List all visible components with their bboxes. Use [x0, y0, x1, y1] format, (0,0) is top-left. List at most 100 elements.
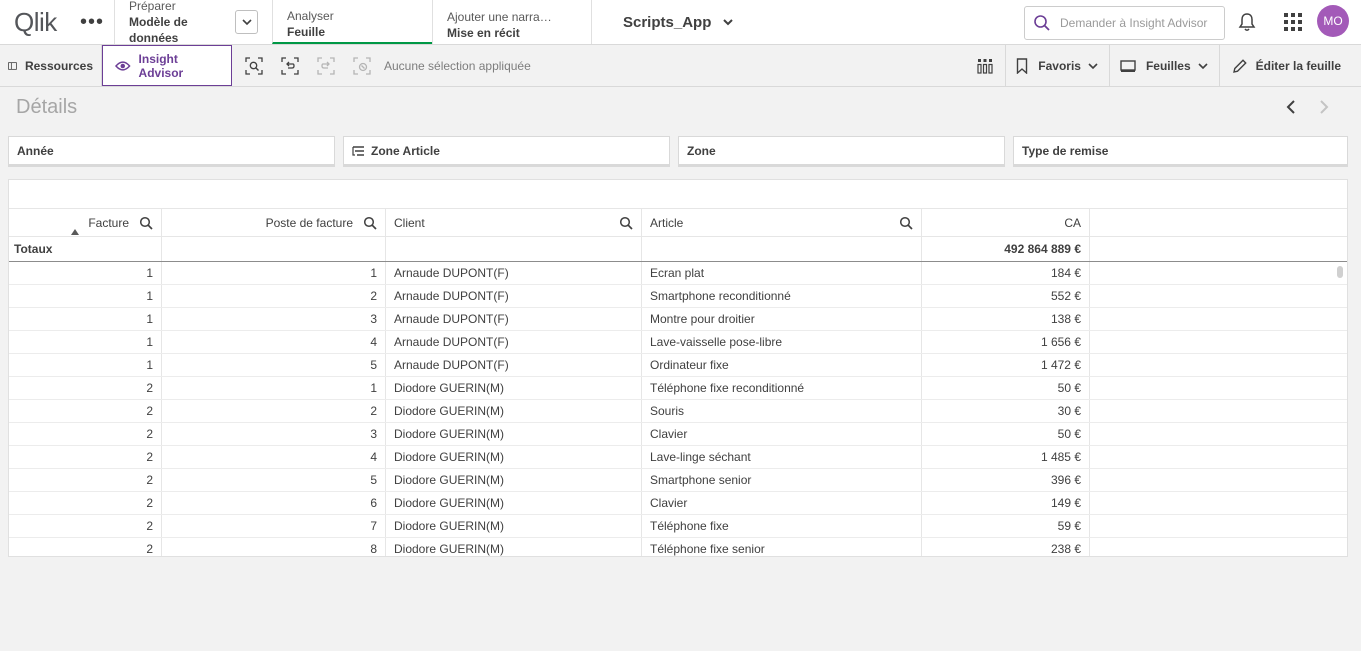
cell-client[interactable]: Diodore GUERIN(M)	[386, 377, 642, 399]
apps-grid-icon[interactable]	[1283, 12, 1303, 35]
sheets-dropdown[interactable]: Feuilles	[1110, 45, 1220, 87]
edit-sheet-button[interactable]: Éditer la feuille	[1220, 45, 1361, 87]
column-header-facture[interactable]: Facture	[9, 209, 162, 236]
search-icon[interactable]	[139, 216, 153, 230]
cell-facture[interactable]: 2	[9, 492, 162, 514]
cell-article[interactable]: Lave-vaisselle pose-libre	[642, 331, 922, 353]
cell-client[interactable]: Diodore GUERIN(M)	[386, 446, 642, 468]
cell-poste[interactable]: 1	[162, 262, 386, 284]
cell-facture[interactable]: 1	[9, 285, 162, 307]
table-row[interactable]: 1 5 Arnaude DUPONT(F) Ordinateur fixe 1 …	[9, 354, 1347, 377]
cell-client[interactable]: Diodore GUERIN(M)	[386, 538, 642, 556]
qlik-logo[interactable]: Qlik	[0, 0, 70, 44]
cell-article[interactable]: Smartphone reconditionné	[642, 285, 922, 307]
cell-facture[interactable]: 1	[9, 331, 162, 353]
nav-tab-analyze[interactable]: Analyser Feuille	[272, 0, 432, 44]
cell-article[interactable]: Souris	[642, 400, 922, 422]
cell-article[interactable]: Ecran plat	[642, 262, 922, 284]
cell-article[interactable]: Lave-linge séchant	[642, 446, 922, 468]
search-icon[interactable]	[899, 216, 913, 230]
insight-advisor-search[interactable]	[1024, 6, 1225, 40]
cell-poste[interactable]: 1	[162, 377, 386, 399]
filter-pane-zone-article[interactable]: Zone Article	[343, 136, 670, 167]
filter-pane-zone[interactable]: Zone	[678, 136, 1005, 167]
previous-sheet-icon[interactable]	[1283, 99, 1299, 118]
table-row[interactable]: 2 3 Diodore GUERIN(M) Clavier 50 €	[9, 423, 1347, 446]
table-row[interactable]: 2 2 Diodore GUERIN(M) Souris 30 €	[9, 400, 1347, 423]
table-row[interactable]: 2 6 Diodore GUERIN(M) Clavier 149 €	[9, 492, 1347, 515]
cell-facture[interactable]: 2	[9, 423, 162, 445]
cell-client[interactable]: Diodore GUERIN(M)	[386, 423, 642, 445]
cell-article[interactable]: Ordinateur fixe	[642, 354, 922, 376]
cell-poste[interactable]: 5	[162, 469, 386, 491]
cell-facture[interactable]: 1	[9, 308, 162, 330]
table-scrollbar[interactable]	[1337, 266, 1343, 278]
cell-facture[interactable]: 1	[9, 354, 162, 376]
cell-poste[interactable]: 4	[162, 331, 386, 353]
table-row[interactable]: 1 3 Arnaude DUPONT(F) Montre pour droiti…	[9, 308, 1347, 331]
cell-client[interactable]: Arnaude DUPONT(F)	[386, 354, 642, 376]
insight-advisor-button[interactable]: Insight Advisor	[102, 45, 232, 86]
table-row[interactable]: 2 7 Diodore GUERIN(M) Téléphone fixe 59 …	[9, 515, 1347, 538]
nav-tab-prepare[interactable]: Préparer Modèle de données	[114, 0, 272, 45]
filter-pane-annee[interactable]: Année	[8, 136, 335, 167]
table-row[interactable]: 2 4 Diodore GUERIN(M) Lave-linge séchant…	[9, 446, 1347, 469]
filter-pane-type-remise[interactable]: Type de remise	[1013, 136, 1348, 167]
cell-facture[interactable]: 2	[9, 400, 162, 422]
column-header-ca[interactable]: CA	[922, 209, 1090, 236]
resources-button[interactable]: Ressources	[0, 45, 102, 86]
cell-client[interactable]: Arnaude DUPONT(F)	[386, 308, 642, 330]
cell-article[interactable]: Smartphone senior	[642, 469, 922, 491]
column-header-article[interactable]: Article	[642, 209, 922, 236]
cell-article[interactable]: Téléphone fixe senior	[642, 538, 922, 556]
cell-article[interactable]: Clavier	[642, 423, 922, 445]
table-row[interactable]: 2 1 Diodore GUERIN(M) Téléphone fixe rec…	[9, 377, 1347, 400]
cell-facture[interactable]: 1	[9, 262, 162, 284]
cell-poste[interactable]: 3	[162, 423, 386, 445]
notifications-bell-icon[interactable]	[1238, 12, 1256, 35]
user-avatar[interactable]: MO	[1317, 5, 1349, 37]
cell-client[interactable]: Arnaude DUPONT(F)	[386, 285, 642, 307]
step-back-selection-icon[interactable]	[272, 45, 308, 86]
nav-tab-narrate[interactable]: Ajouter une narra… Mise en récit	[432, 0, 592, 44]
cell-poste[interactable]: 5	[162, 354, 386, 376]
cell-poste[interactable]: 3	[162, 308, 386, 330]
sheet-grid-icon[interactable]	[964, 45, 1007, 87]
insight-advisor-search-input[interactable]	[1060, 16, 1220, 30]
cell-client[interactable]: Diodore GUERIN(M)	[386, 469, 642, 491]
cell-article[interactable]: Clavier	[642, 492, 922, 514]
table-row[interactable]: 1 2 Arnaude DUPONT(F) Smartphone recondi…	[9, 285, 1347, 308]
cell-client[interactable]: Diodore GUERIN(M)	[386, 515, 642, 537]
table-row[interactable]: 2 8 Diodore GUERIN(M) Téléphone fixe sen…	[9, 538, 1347, 556]
cell-poste[interactable]: 4	[162, 446, 386, 468]
cell-poste[interactable]: 8	[162, 538, 386, 556]
cell-poste[interactable]: 2	[162, 285, 386, 307]
cell-facture[interactable]: 2	[9, 377, 162, 399]
cell-article[interactable]: Téléphone fixe	[642, 515, 922, 537]
cell-poste[interactable]: 2	[162, 400, 386, 422]
more-menu-icon[interactable]: •••	[70, 0, 114, 44]
table-row[interactable]: 2 5 Diodore GUERIN(M) Smartphone senior …	[9, 469, 1347, 492]
search-icon[interactable]	[363, 216, 377, 230]
cell-facture[interactable]: 2	[9, 446, 162, 468]
cell-facture[interactable]: 2	[9, 538, 162, 556]
table-row[interactable]: 1 4 Arnaude DUPONT(F) Lave-vaisselle pos…	[9, 331, 1347, 354]
prepare-dropdown-button[interactable]	[235, 10, 258, 34]
cell-client[interactable]: Arnaude DUPONT(F)	[386, 262, 642, 284]
cell-client[interactable]: Arnaude DUPONT(F)	[386, 331, 642, 353]
column-header-poste[interactable]: Poste de facture	[162, 209, 386, 236]
app-name-dropdown[interactable]: Scripts_App	[592, 0, 735, 44]
cell-article[interactable]: Téléphone fixe reconditionné	[642, 377, 922, 399]
search-icon[interactable]	[619, 216, 633, 230]
favorites-dropdown[interactable]: Favoris	[1006, 45, 1110, 87]
cell-client[interactable]: Diodore GUERIN(M)	[386, 492, 642, 514]
smart-search-icon[interactable]	[236, 45, 272, 86]
cell-facture[interactable]: 2	[9, 515, 162, 537]
cell-poste[interactable]: 7	[162, 515, 386, 537]
table-row[interactable]: 1 1 Arnaude DUPONT(F) Ecran plat 184 €	[9, 262, 1347, 285]
cell-client[interactable]: Diodore GUERIN(M)	[386, 400, 642, 422]
cell-poste[interactable]: 6	[162, 492, 386, 514]
cell-article[interactable]: Montre pour droitier	[642, 308, 922, 330]
column-header-client[interactable]: Client	[386, 209, 642, 236]
cell-facture[interactable]: 2	[9, 469, 162, 491]
